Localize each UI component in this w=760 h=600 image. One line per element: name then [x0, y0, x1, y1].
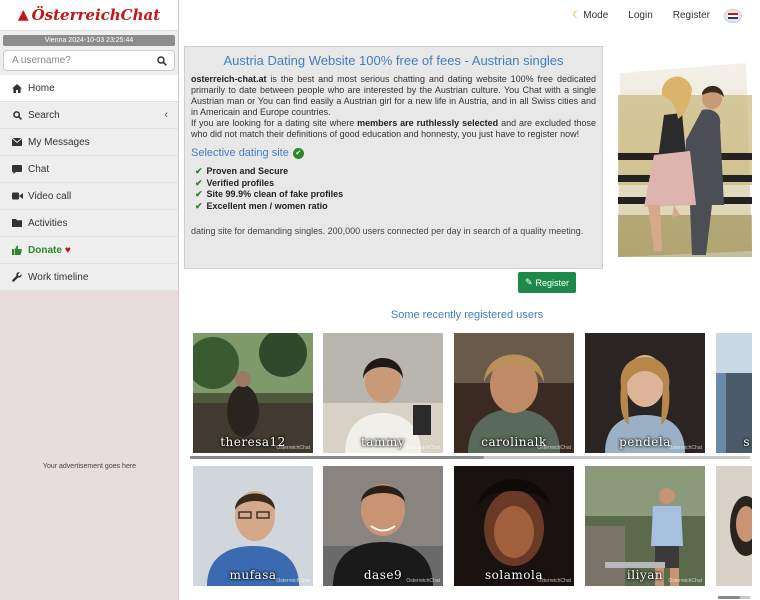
- intro-panel: Austria Dating Website 100% free of fees…: [184, 46, 603, 269]
- envelope-icon: [10, 138, 24, 146]
- sidebar-item-label: Activities: [28, 217, 68, 229]
- feature-item: ✔ Excellent men / women ratio: [195, 200, 328, 211]
- username-search-box: [3, 50, 175, 71]
- username-label: s: [743, 435, 750, 449]
- register-link[interactable]: Register: [663, 10, 720, 21]
- search-icon: [10, 110, 24, 120]
- sidebar-item-label: Search: [28, 109, 60, 121]
- selective-title: Selective dating site: [191, 147, 289, 159]
- home-icon: [10, 83, 24, 93]
- watermark: OsterreichChat: [537, 445, 571, 451]
- sidebar-item-label: My Messages: [28, 136, 90, 148]
- intro-paragraph-2-bold: members are ruthlessly selected: [357, 118, 499, 128]
- user-card-partial[interactable]: [716, 466, 752, 586]
- recent-users-title: Some recently registered users: [390, 309, 544, 321]
- top-navbar: ☾ Mode Login Register: [180, 0, 760, 31]
- site-name: osterreich-chat.at: [191, 74, 267, 84]
- pencil-icon: ✎: [524, 277, 533, 287]
- user-card-theresa12[interactable]: theresa12 OsterreichChat: [193, 333, 313, 453]
- user-card-dase9[interactable]: dase9 OsterreichChat: [323, 466, 443, 586]
- chevron-left-icon: ‹: [164, 109, 168, 121]
- row1-scrollbar[interactable]: [190, 456, 750, 459]
- intro-title: Austria Dating Website 100% free of fees…: [223, 53, 564, 68]
- logo-text: ÖsterreichChat: [31, 6, 161, 24]
- sidebar-item-label: Donate: [28, 244, 62, 256]
- sidebar-item-label: Chat: [28, 163, 50, 175]
- video-icon: [10, 192, 24, 200]
- sidebar-item-video-call[interactable]: Video call: [0, 183, 178, 210]
- watermark: OsterreichChat: [276, 578, 310, 584]
- user-card-pendela[interactable]: pendela OsterreichChat: [585, 333, 705, 453]
- sidebar-item-donate[interactable]: Donate ♥: [0, 237, 178, 264]
- sidebar-item-chat[interactable]: Chat: [0, 156, 178, 183]
- hero-couple-photo: [614, 55, 754, 257]
- feature-item: ✔ Verified profiles: [195, 177, 275, 188]
- intro-text: osterreich-chat.at is the best and most …: [191, 74, 596, 140]
- sidebar-item-search[interactable]: Search ‹: [0, 102, 178, 129]
- user-card-carolinalk[interactable]: carolinalk OsterreichChat: [454, 333, 574, 453]
- feature-list: ✔ Proven and Secure ✔ Verified profiles ✔ S…: [195, 166, 596, 212]
- chat-icon: [10, 164, 24, 174]
- register-button-label: Register: [535, 277, 570, 288]
- watermark: OsterreichChat: [668, 578, 702, 584]
- logo-mark-icon: ▲: [17, 7, 29, 23]
- user-card-tammy[interactable]: tammy OsterreichChat: [323, 333, 443, 453]
- watermark: OsterreichChat: [406, 445, 440, 451]
- feature-item: ✔ Proven and Secure: [195, 166, 289, 176]
- language-flag-icon[interactable]: [724, 8, 742, 23]
- watermark: OsterreichChat: [537, 578, 571, 584]
- user-card-iliyan[interactable]: iliyan OsterreichChat: [585, 466, 705, 586]
- scrollbar-thumb[interactable]: [190, 456, 484, 459]
- sidebar-item-home[interactable]: Home: [0, 75, 178, 102]
- mode-toggle[interactable]: ☾ Mode: [562, 10, 618, 21]
- logo-bar: ▲ ÖsterreichChat: [0, 0, 178, 31]
- intro-paragraph-2-start: If you are looking for a dating site whe…: [191, 118, 358, 128]
- check-icon: ✔: [195, 166, 203, 176]
- moon-icon: ☾: [572, 10, 582, 21]
- check-icon: ✔: [195, 189, 203, 199]
- sidebar-top: Vienna 2024-10-03 23:25:44: [0, 31, 178, 75]
- thumbs-up-icon: [10, 245, 24, 255]
- sidebar: ▲ ÖsterreichChat Vienna 2024-10-03 23:25…: [0, 0, 179, 600]
- login-link[interactable]: Login: [618, 10, 662, 21]
- advertisement-placeholder[interactable]: Your advertisement goes here: [0, 463, 179, 470]
- feature-item: ✔ Site 99.9% clean of fake profiles: [195, 189, 344, 199]
- wrench-icon: [10, 272, 24, 282]
- username-search-input[interactable]: [12, 55, 157, 66]
- register-button[interactable]: ✎ Register: [518, 272, 576, 293]
- verified-badge-icon: ✔: [292, 147, 304, 159]
- sidebar-item-work-timeline[interactable]: Work timeline: [0, 264, 178, 291]
- mode-label: Mode: [583, 10, 609, 21]
- selective-heading: Selective dating site ✔: [191, 147, 596, 159]
- sidebar-item-label: Home: [28, 82, 55, 94]
- scrollbar-thumb[interactable]: [718, 596, 740, 599]
- watermark: OsterreichChat: [276, 445, 310, 451]
- watermark: OsterreichChat: [406, 578, 440, 584]
- check-icon: ✔: [195, 200, 203, 211]
- user-card-partial[interactable]: s: [716, 333, 752, 453]
- user-photo: [716, 466, 752, 586]
- watermark: OsterreichChat: [668, 445, 702, 451]
- sidebar-nav: Home Search ‹ My Messages Chat Video cal…: [0, 75, 178, 291]
- tagline: dating site for demanding singles. 200,0…: [191, 226, 584, 236]
- check-icon: ✔: [195, 177, 203, 188]
- heart-icon: ♥: [64, 244, 71, 256]
- user-card-mufasa[interactable]: mufasa OsterreichChat: [193, 466, 313, 586]
- sidebar-item-messages[interactable]: My Messages: [0, 129, 178, 156]
- sidebar-item-label: Video call: [28, 190, 72, 202]
- sidebar-item-activities[interactable]: Activities: [0, 210, 178, 237]
- vienna-datetime: Vienna 2024-10-03 23:25:44: [3, 35, 175, 46]
- site-logo[interactable]: ▲ ÖsterreichChat: [18, 6, 160, 24]
- search-icon[interactable]: [157, 55, 167, 66]
- row2-scrollbar[interactable]: [718, 596, 750, 599]
- sidebar-item-label: Work timeline: [28, 271, 89, 283]
- user-card-solamola[interactable]: solamola OsterreichChat: [454, 466, 574, 586]
- folder-icon: [10, 219, 24, 227]
